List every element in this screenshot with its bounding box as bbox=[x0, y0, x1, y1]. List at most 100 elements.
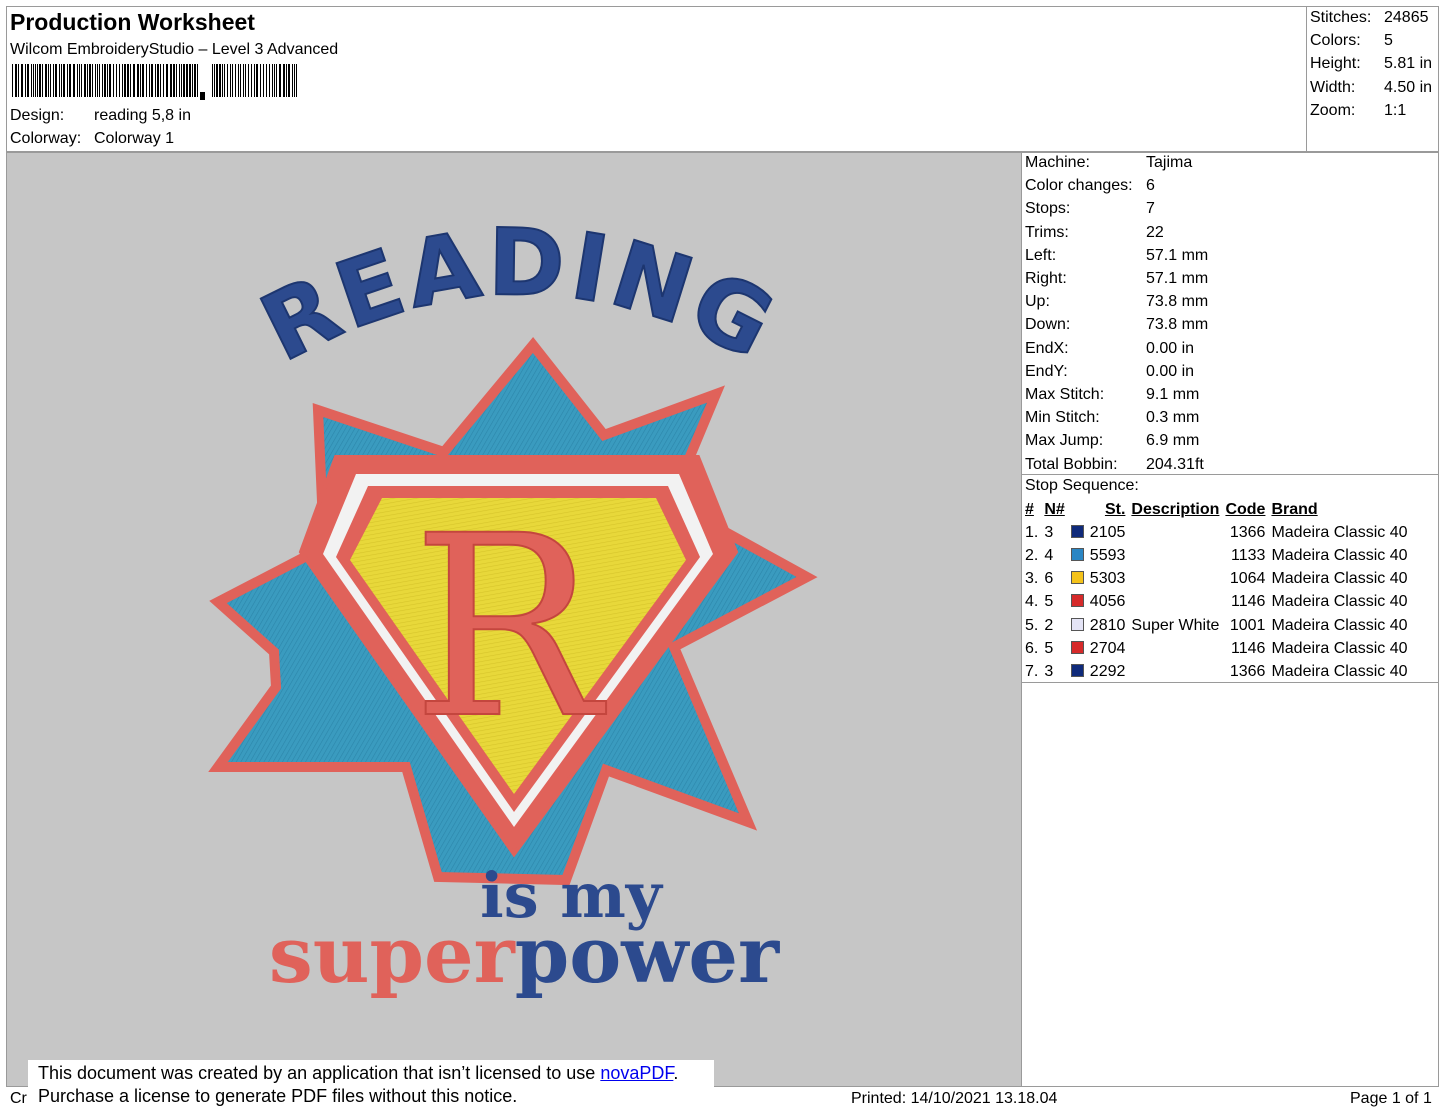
barcode-bar bbox=[63, 64, 65, 97]
barcode-comma bbox=[200, 92, 205, 100]
barcode-bar bbox=[181, 64, 182, 97]
barcode-bar bbox=[69, 64, 71, 97]
page-title: Production Worksheet bbox=[10, 9, 255, 35]
machine-specs: Machine: Tajima Color changes: 6 Stops: 7 T… bbox=[1025, 151, 1208, 476]
barcode-bar bbox=[79, 64, 80, 97]
barcode-bar bbox=[81, 64, 82, 97]
barcode-bar bbox=[146, 64, 147, 97]
spec-row: Machine: Tajima bbox=[1025, 154, 1193, 171]
stat-colors: Colors: 5 bbox=[1310, 32, 1393, 50]
barcode-bar bbox=[104, 64, 106, 97]
barcode-bar bbox=[163, 64, 164, 97]
spec-row: Max Stitch: 9.1 mm bbox=[1025, 386, 1200, 404]
spec-row: Trims: 22 bbox=[1025, 223, 1164, 241]
barcode-bar bbox=[166, 64, 168, 97]
barcode-bar bbox=[173, 64, 175, 97]
barcode-bar bbox=[155, 64, 156, 97]
app-subtitle: Wilcom EmbroideryStudio – Level 3 Advanc… bbox=[10, 41, 339, 58]
barcode-bar bbox=[222, 64, 223, 97]
thread-color-swatch bbox=[1070, 663, 1084, 677]
barcode-bar bbox=[157, 64, 159, 97]
stop-sequence-title: Stop Sequence: bbox=[1025, 477, 1139, 494]
novapdf-link[interactable]: novaPDF bbox=[600, 1063, 673, 1083]
barcode-bar bbox=[151, 64, 153, 97]
barcode-bar bbox=[15, 64, 17, 97]
barcode-bar bbox=[296, 64, 297, 97]
stop-code: 1366 bbox=[1229, 662, 1266, 680]
notice-line-1: This document was created by an applicat… bbox=[38, 1063, 679, 1083]
design-value: reading 5,8 in bbox=[94, 107, 191, 124]
design-label: Design: bbox=[10, 107, 65, 124]
stop-brand: Madeira Classic 40 bbox=[1271, 546, 1408, 564]
barcode-bar bbox=[240, 64, 241, 97]
stop-code: 1001 bbox=[1229, 616, 1266, 634]
barcode-bar bbox=[124, 64, 126, 97]
barcode-bar bbox=[99, 64, 100, 97]
barcode-bar bbox=[232, 64, 233, 97]
barcode-bar bbox=[39, 64, 41, 97]
stop-brand: Madeira Classic 40 bbox=[1271, 593, 1408, 611]
barcode-bar bbox=[133, 64, 135, 97]
license-notice: This document was created by an applicat… bbox=[28, 1060, 714, 1117]
spec-row: Max Jump: 6.9 mm bbox=[1025, 432, 1200, 450]
stop-description bbox=[1128, 591, 1222, 614]
barcode-bar bbox=[274, 64, 275, 97]
barcode-bar bbox=[95, 64, 96, 97]
barcode-bar bbox=[92, 64, 93, 97]
stop-table-header: # N# St. Description Code Brand bbox=[1025, 500, 1318, 518]
barcode-bar bbox=[137, 64, 139, 97]
barcode-bar bbox=[45, 64, 47, 97]
stop-table-bottom bbox=[1021, 682, 1439, 683]
barcode-bar bbox=[61, 64, 62, 97]
stat-width: Width: 4.50 in bbox=[1310, 78, 1433, 96]
stop-description bbox=[1128, 521, 1222, 544]
barcode-bar bbox=[279, 64, 281, 97]
barcode-bar bbox=[119, 64, 120, 97]
barcode-bar bbox=[59, 64, 60, 97]
thread-color-swatch bbox=[1070, 640, 1084, 654]
barcode-bar bbox=[176, 64, 177, 97]
stats-divider bbox=[1306, 6, 1307, 152]
colorway-row: Colorway: Colorway 1 bbox=[10, 130, 174, 148]
barcode-bar bbox=[97, 64, 98, 97]
barcode-bar bbox=[272, 64, 273, 97]
barcode-bar bbox=[122, 64, 123, 97]
barcode-bar bbox=[230, 64, 231, 97]
stop-stitches: 4056 bbox=[1068, 591, 1129, 614]
stop-index: 4. bbox=[1025, 593, 1039, 611]
stop-index: 2. bbox=[1025, 546, 1039, 564]
barcode-bar bbox=[48, 64, 49, 97]
barcode-bar bbox=[18, 64, 19, 97]
barcode-bar bbox=[269, 64, 270, 97]
barcode-bar bbox=[77, 64, 78, 97]
barcode-bar bbox=[142, 64, 144, 97]
stop-row: 6. 5 2704 1146 Madeira Classic 40 bbox=[1022, 637, 1411, 660]
barcode-bar bbox=[245, 64, 246, 97]
barcode-bar bbox=[12, 64, 13, 97]
stop-code: 1146 bbox=[1231, 593, 1266, 611]
barcode-bar bbox=[116, 64, 117, 97]
barcode-bar bbox=[160, 64, 161, 97]
stop-row: 1. 3 2105 1366 Madeira Classic 40 bbox=[1022, 521, 1411, 544]
stop-stitches: 2105 bbox=[1068, 521, 1129, 544]
thread-color-swatch bbox=[1070, 571, 1084, 585]
stop-index: 1. bbox=[1025, 523, 1039, 541]
barcode-bar bbox=[243, 64, 244, 97]
barcode-bar bbox=[170, 64, 172, 97]
embroidery-design: READING R is my superpower bbox=[208, 208, 818, 1001]
barcode-bar bbox=[127, 64, 129, 97]
thread-color-swatch bbox=[1070, 594, 1084, 608]
barcode-bar bbox=[294, 64, 295, 97]
stop-stitches: 5303 bbox=[1068, 568, 1129, 591]
notice-line-2: Purchase a license to generate PDF files… bbox=[38, 1086, 518, 1106]
barcode-bar bbox=[73, 64, 75, 97]
thread-color-swatch bbox=[1070, 547, 1084, 561]
stop-row: 7. 3 2292 1366 Madeira Classic 40 bbox=[1022, 660, 1411, 683]
spec-row: EndY: 0.00 in bbox=[1025, 362, 1195, 380]
stop-stitches: 5593 bbox=[1068, 544, 1129, 567]
thread-color-swatch bbox=[1070, 617, 1084, 631]
stop-brand: Madeira Classic 40 bbox=[1271, 662, 1408, 680]
design-row: Design: reading 5,8 in bbox=[10, 107, 191, 125]
stop-brand: Madeira Classic 40 bbox=[1271, 523, 1408, 541]
barcode-bar bbox=[35, 64, 36, 97]
